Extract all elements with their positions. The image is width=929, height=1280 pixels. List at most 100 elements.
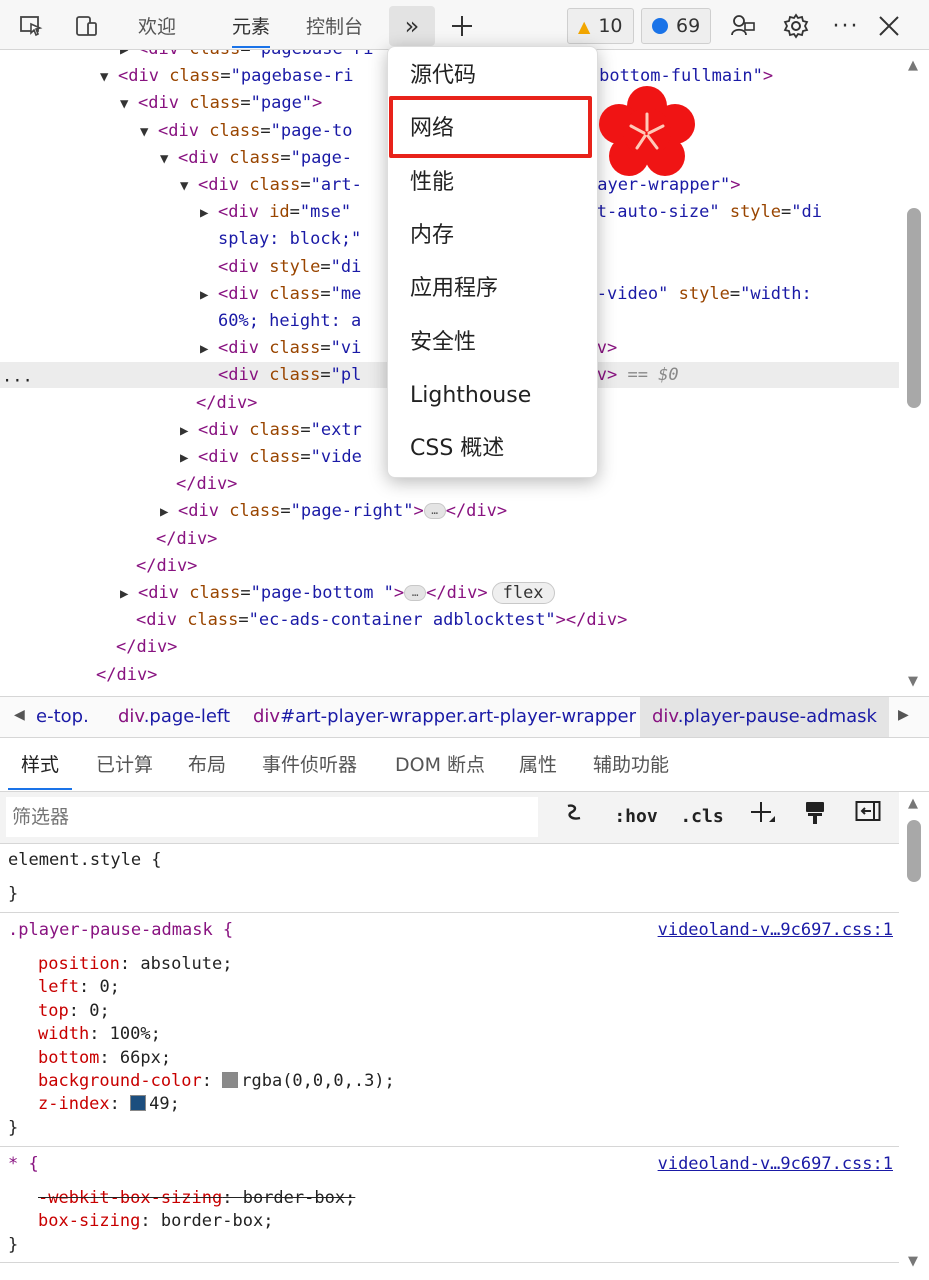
- expand-triangle-icon[interactable]: ▼: [180, 173, 198, 199]
- settings-gear-icon[interactable]: [779, 9, 813, 43]
- collapse-triangle-icon[interactable]: ▶: [200, 200, 218, 226]
- scroll-thumb[interactable]: [907, 208, 921, 408]
- collapse-triangle-icon[interactable]: ▶: [120, 581, 138, 607]
- css-property-name[interactable]: -webkit-box-sizing: [38, 1188, 222, 1208]
- css-property-name[interactable]: z-index: [38, 1094, 110, 1114]
- scroll-up-icon[interactable]: ▲: [908, 58, 918, 73]
- css-declaration[interactable]: box-sizing: border-box;: [38, 1210, 273, 1233]
- hov-toggle-button[interactable]: :hov: [608, 800, 664, 834]
- collapse-triangle-icon[interactable]: ▶: [200, 336, 218, 362]
- tab-elements[interactable]: 元素: [232, 10, 271, 48]
- scroll-thumb[interactable]: [907, 820, 921, 882]
- menu-item[interactable]: 源代码: [388, 49, 599, 102]
- menu-item[interactable]: 安全性: [388, 316, 599, 369]
- tab-layout[interactable]: 布局: [188, 738, 226, 790]
- messages-badge[interactable]: 69: [641, 8, 712, 44]
- breadcrumb-item[interactable]: e-top.: [36, 697, 89, 737]
- css-declaration[interactable]: bottom: 66px;: [38, 1047, 171, 1070]
- paint-brush-icon[interactable]: [800, 800, 830, 834]
- tab-styles[interactable]: 样式: [8, 738, 73, 790]
- scroll-down-icon[interactable]: ▼: [908, 674, 918, 689]
- scroll-up-icon[interactable]: ▲: [908, 796, 918, 811]
- css-property-value[interactable]: 0;: [99, 977, 119, 997]
- tab-accessibility[interactable]: 辅助功能: [593, 738, 669, 790]
- device-emulation-icon[interactable]: [70, 9, 104, 43]
- expand-triangle-icon[interactable]: ▼: [160, 146, 178, 172]
- css-property-name[interactable]: bottom: [38, 1048, 99, 1068]
- cls-toggle-button[interactable]: .cls: [676, 800, 728, 834]
- expand-triangle-icon[interactable]: ▼: [100, 64, 118, 90]
- flex-badge[interactable]: flex: [491, 582, 555, 604]
- css-property-value[interactable]: absolute;: [140, 954, 232, 974]
- dom-tree-scrollbar[interactable]: ▲ ▼: [899, 50, 929, 695]
- css-declaration[interactable]: position: absolute;: [38, 953, 233, 976]
- css-property-value[interactable]: rgba(0,0,0,.3);: [241, 1071, 395, 1091]
- css-property-name[interactable]: width: [38, 1024, 89, 1044]
- css-declaration[interactable]: width: 100%;: [38, 1023, 161, 1046]
- warnings-badge[interactable]: ▲ 10: [567, 8, 634, 44]
- dom-token: "pagebase-ri: [230, 66, 354, 87]
- styles-scrollbar[interactable]: ▲ ▼: [899, 792, 929, 1272]
- css-property-name[interactable]: position: [38, 954, 120, 974]
- css-property-value[interactable]: 100%;: [110, 1024, 161, 1044]
- rule-source-link[interactable]: videoland-v…9c697.css:1: [658, 919, 893, 942]
- rule-selector[interactable]: .player-pause-admask {: [8, 919, 233, 942]
- css-declaration[interactable]: top: 0;: [38, 1000, 110, 1023]
- element-style-selector[interactable]: element.style {: [8, 849, 162, 872]
- expand-triangle-icon[interactable]: ▼: [120, 91, 138, 117]
- css-property-name[interactable]: left: [38, 977, 79, 997]
- stacking-context-icon[interactable]: [130, 1095, 147, 1112]
- breadcrumb-item[interactable]: div#art-player-wrapper.art-player-wrappe…: [253, 697, 636, 737]
- rule-source-link[interactable]: videoland-v…9c697.css:1: [658, 1153, 893, 1176]
- menu-item[interactable]: 性能: [388, 156, 599, 209]
- breadcrumb-item[interactable]: div.page-left: [118, 697, 230, 737]
- tab-properties[interactable]: 属性: [519, 738, 557, 790]
- menu-item[interactable]: 内存: [388, 209, 599, 262]
- collapse-triangle-icon[interactable]: ▶: [180, 418, 198, 444]
- tab-computed[interactable]: 已计算: [96, 738, 153, 790]
- css-property-name[interactable]: background-color: [38, 1071, 202, 1091]
- breadcrumb-right-arrow-icon[interactable]: ▶: [898, 707, 909, 723]
- new-style-rule-icon[interactable]: [746, 800, 778, 834]
- collapse-triangle-icon[interactable]: ▶: [200, 282, 218, 308]
- css-declaration[interactable]: z-index: 49;: [38, 1093, 180, 1116]
- css-property-value[interactable]: border-box;: [243, 1188, 356, 1208]
- scroll-down-icon[interactable]: ▼: [908, 1254, 918, 1269]
- menu-item[interactable]: 应用程序: [388, 262, 599, 315]
- expand-triangle-icon[interactable]: ▼: [140, 119, 158, 145]
- styles-filter-input[interactable]: [6, 797, 538, 837]
- css-property-value[interactable]: border-box;: [161, 1211, 274, 1231]
- collapse-triangle-icon[interactable]: ▶: [120, 50, 138, 63]
- css-property-name[interactable]: box-sizing: [38, 1211, 140, 1231]
- css-declaration[interactable]: -webkit-box-sizing: border-box;: [38, 1187, 355, 1210]
- css-declaration[interactable]: left: 0;: [38, 976, 120, 999]
- tab-console[interactable]: 控制台: [306, 10, 363, 48]
- add-tab-icon[interactable]: [445, 9, 479, 43]
- breadcrumb-left-arrow-icon[interactable]: ◀: [14, 707, 25, 723]
- close-icon[interactable]: [872, 9, 906, 43]
- collapse-triangle-icon[interactable]: ▶: [160, 499, 178, 525]
- css-property-name[interactable]: top: [38, 1001, 69, 1021]
- more-tabs-button[interactable]: »: [389, 6, 435, 46]
- css-declaration[interactable]: background-color: rgba(0,0,0,.3);: [38, 1070, 395, 1093]
- collapsed-ellipsis-icon[interactable]: …: [423, 503, 446, 520]
- rendering-emulation-icon[interactable]: [560, 800, 588, 834]
- toggle-sidebar-icon[interactable]: [852, 800, 884, 834]
- css-property-value[interactable]: 66px;: [120, 1048, 171, 1068]
- css-property-value[interactable]: 49;: [149, 1094, 180, 1114]
- tab-dom-breakpoints[interactable]: DOM 断点: [395, 738, 485, 790]
- more-options-icon[interactable]: ···: [829, 9, 863, 43]
- menu-item[interactable]: CSS 概述: [388, 422, 599, 475]
- tab-event-listeners[interactable]: 事件侦听器: [262, 738, 357, 790]
- tab-welcome[interactable]: 欢迎: [138, 10, 176, 48]
- menu-item[interactable]: Lighthouse: [388, 369, 599, 422]
- inspect-element-icon[interactable]: [14, 9, 48, 43]
- breadcrumb-item-active[interactable]: div.player-pause-admask: [640, 697, 889, 737]
- color-swatch-icon[interactable]: [222, 1072, 239, 1088]
- feedback-icon[interactable]: [726, 9, 760, 43]
- collapse-triangle-icon[interactable]: ▶: [180, 445, 198, 471]
- row-options-ellipsis[interactable]: ···: [2, 368, 33, 394]
- rule-selector[interactable]: * {: [8, 1153, 39, 1176]
- collapsed-ellipsis-icon[interactable]: …: [404, 585, 427, 601]
- css-property-value[interactable]: 0;: [89, 1001, 109, 1021]
